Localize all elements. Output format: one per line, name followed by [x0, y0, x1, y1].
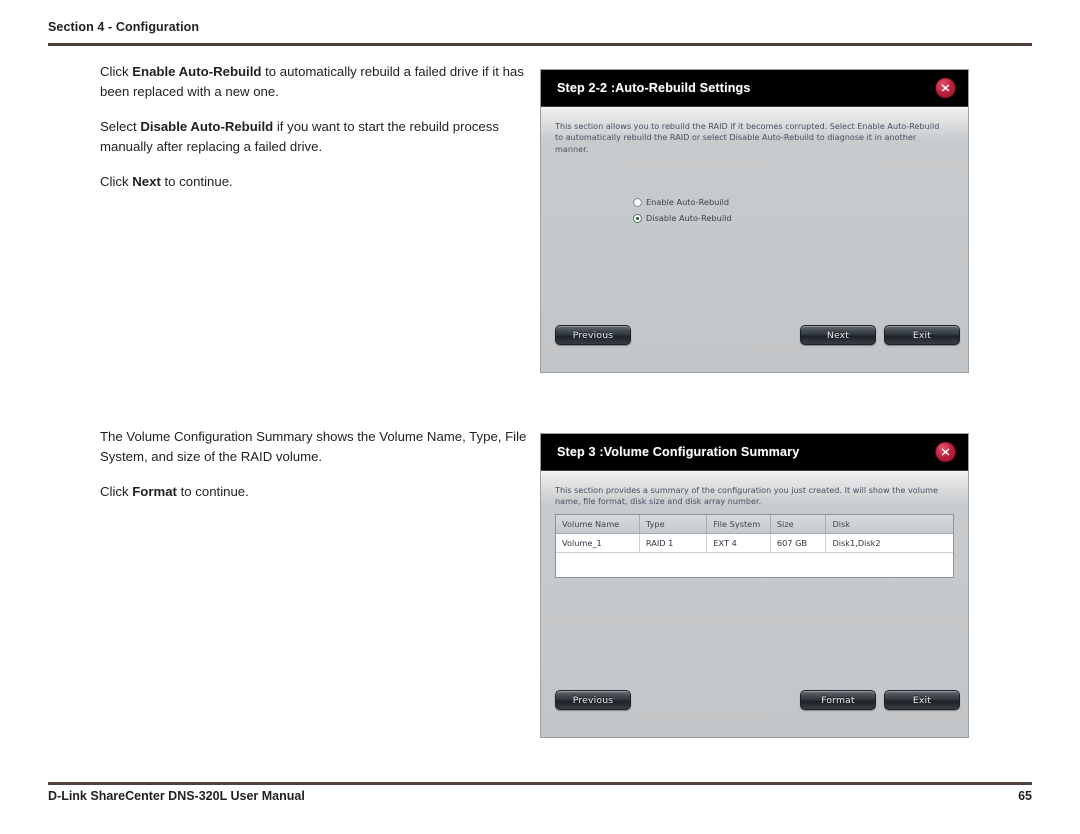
dialog-description: This section allows you to rebuild the R…: [555, 121, 940, 154]
instruction-paragraph-1: Click Enable Auto-Rebuild to automatical…: [100, 62, 528, 101]
dialog-title: Step 3 :Volume Configuration Summary: [557, 445, 800, 459]
cell-volume-name: Volume_1: [556, 533, 640, 553]
page-header: Section 4 - Configuration: [48, 20, 1032, 34]
previous-button[interactable]: Previous: [555, 325, 631, 345]
radio-label: Disable Auto-Rebuild: [646, 213, 732, 223]
footer-rule: [48, 782, 1032, 785]
p1-pre: Click: [100, 64, 133, 79]
p3-bold: Next: [132, 174, 161, 189]
footer-manual-title: D-Link ShareCenter DNS-320L User Manual: [48, 789, 305, 803]
column-header-volume-name: Volume Name: [556, 515, 640, 534]
table-empty-row: [556, 552, 953, 577]
next-button[interactable]: Next: [800, 325, 876, 345]
dialog-body: This section provides a summary of the c…: [541, 471, 968, 736]
p2-bold: Disable Auto-Rebuild: [140, 119, 274, 134]
exit-button[interactable]: Exit: [884, 690, 960, 710]
p2-pre: Select: [100, 119, 141, 134]
column-header-type: Type: [639, 515, 708, 534]
instructions-block-volume-summary: The Volume Configuration Summary shows t…: [100, 427, 528, 502]
cell-file-system: EXT 4: [706, 533, 771, 553]
radio-label: Enable Auto-Rebuild: [646, 197, 730, 207]
cell-type: RAID 1: [639, 533, 708, 553]
p3-post: to continue.: [160, 174, 233, 189]
close-x-icon[interactable]: [935, 441, 956, 463]
instruction-paragraph-3: Click Next to continue.: [100, 172, 528, 192]
instruction-paragraph-4: The Volume Configuration Summary shows t…: [100, 429, 527, 464]
dialog-auto-rebuild-settings: Step 2-2 :Auto-Rebuild Settings This sec…: [540, 69, 969, 373]
dialog-button-row: Previous Format Exit: [541, 690, 968, 712]
format-button[interactable]: Format: [800, 690, 876, 710]
instruction-paragraph-2: Select Disable Auto-Rebuild if you want …: [100, 117, 528, 156]
dialog-title: Step 2-2 :Auto-Rebuild Settings: [557, 81, 751, 95]
previous-button[interactable]: Previous: [555, 690, 631, 710]
cell-size: 607 GB: [770, 533, 827, 553]
section-header-title: Section 4 - Configuration: [48, 20, 200, 34]
dialog-button-row: Previous Next Exit: [541, 325, 968, 347]
exit-button[interactable]: Exit: [884, 325, 960, 345]
cell-disk: Disk1,Disk2: [825, 533, 953, 553]
column-header-size: Size: [770, 515, 827, 534]
radio-enable-auto-rebuild[interactable]: Enable Auto-Rebuild: [633, 195, 732, 209]
dialog-description: This section provides a summary of the c…: [555, 485, 938, 507]
column-header-disk: Disk: [825, 515, 953, 534]
footer-page-number: 65: [1018, 789, 1032, 803]
p5-pre: Click: [100, 484, 133, 499]
instructions-block-auto-rebuild: Click Enable Auto-Rebuild to automatical…: [100, 62, 528, 192]
column-header-file-system: File System: [706, 515, 771, 534]
p5-bold: Format: [132, 484, 177, 499]
instruction-paragraph-5: Click Format to continue.: [100, 482, 528, 502]
radio-mark-icon: [633, 197, 642, 207]
p1-bold: Enable Auto-Rebuild: [132, 64, 262, 79]
table-header-row: Volume Name Type File System Size Disk: [556, 515, 953, 534]
radio-disable-auto-rebuild[interactable]: Disable Auto-Rebuild: [633, 211, 732, 225]
dialog-volume-configuration-summary: Step 3 :Volume Configuration Summary Thi…: [540, 433, 969, 738]
p5-post: to continue.: [176, 484, 249, 499]
close-x-icon[interactable]: [935, 77, 956, 99]
dialog-body: This section allows you to rebuild the R…: [541, 107, 968, 371]
dialog-titlebar: Step 2-2 :Auto-Rebuild Settings: [541, 70, 968, 107]
dialog-titlebar: Step 3 :Volume Configuration Summary: [541, 434, 968, 471]
volume-summary-table: Volume Name Type File System Size Disk V…: [555, 514, 954, 578]
radio-mark-icon: [633, 213, 642, 223]
table-row[interactable]: Volume_1 RAID 1 EXT 4 607 GB Disk1,Disk2: [556, 533, 953, 553]
header-rule: [48, 43, 1032, 46]
page-footer: D-Link ShareCenter DNS-320L User Manual …: [48, 789, 1032, 803]
p3-pre: Click: [100, 174, 133, 189]
auto-rebuild-radio-group: Enable Auto-Rebuild Disable Auto-Rebuild: [633, 195, 732, 227]
